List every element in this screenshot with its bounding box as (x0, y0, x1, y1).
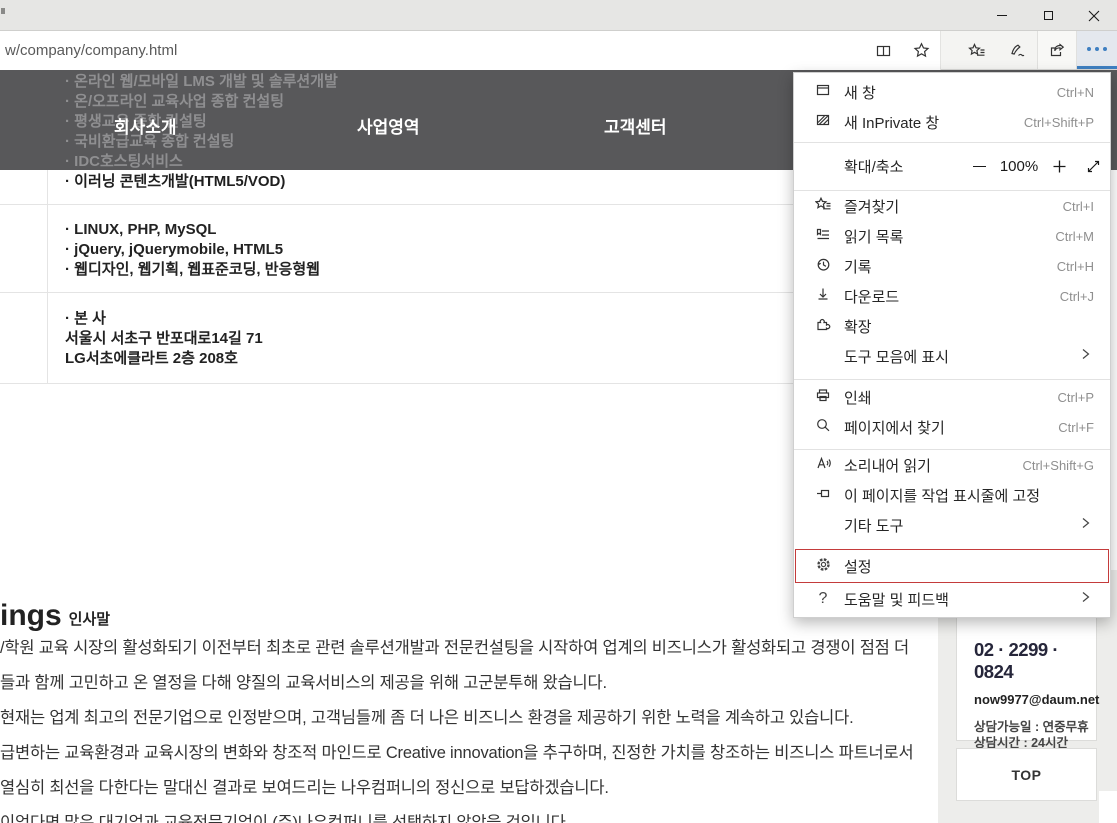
zoom-value: 100% (996, 158, 1042, 175)
service-item: · 온라인 웹/모바일 LMS 개발 및 솔루션개발 (65, 72, 765, 92)
menu-item-new-inprivate[interactable]: 새 InPrivate 창 Ctrl+Shift+P (794, 107, 1110, 137)
consult-day: 상담가능일 : 연중무휴 (974, 719, 1096, 735)
chevron-right-icon (1078, 590, 1092, 608)
history-icon (815, 256, 832, 277)
address-bar[interactable]: w/company/company.html (0, 31, 941, 70)
tech-line: · jQuery, jQuerymobile, HTML5 (65, 240, 785, 260)
address-line: LG서초에클라트 2층 208호 (65, 349, 785, 369)
greeting-line: 열심히 최선을 다한다는 말대신 결과로 보여드리는 나우컴퍼니의 정신으로 보… (0, 771, 932, 806)
menu-item-help-feedback[interactable]: ? 도움말 및 피드백 (794, 584, 1110, 614)
maximize-icon (1044, 11, 1053, 20)
plus-icon (1052, 159, 1067, 174)
tab-remnant (1, 8, 5, 14)
site-nav-business[interactable]: 사업영역 (357, 113, 420, 135)
service-item: · IDC호스팅서비스 (65, 152, 765, 172)
page-corner (1099, 791, 1117, 823)
close-button[interactable] (1071, 0, 1117, 31)
menu-item-pin-to-taskbar[interactable]: 이 페이지를 작업 표시줄에 고정 (794, 480, 1110, 510)
greeting-line: 현재는 업계 최고의 전문기업으로 인정받으며, 고객님들께 좀 더 나은 비즈… (0, 701, 932, 736)
menu-item-downloads[interactable]: 다운로드 Ctrl+J (794, 281, 1110, 311)
greeting-line: /학원 교육 시장의 활성화되기 이전부터 최초로 관련 솔루션개발과 전문컨설… (0, 631, 932, 666)
tech-line: · LINUX, PHP, MySQL (65, 220, 785, 240)
window-titlebar (0, 0, 1117, 31)
share-button[interactable] (1037, 31, 1077, 69)
url-text[interactable]: w/company/company.html (0, 42, 864, 59)
menu-item-print[interactable]: 인쇄 Ctrl+P (794, 382, 1110, 412)
greeting-line: 급변하는 교육환경과 교육시장의 변화와 창조적 마인드로 Creative i… (0, 736, 932, 771)
menu-item-history[interactable]: 기록 Ctrl+H (794, 251, 1110, 281)
tech-stack-cell: · LINUX, PHP, MySQL· jQuery, jQuerymobil… (65, 220, 785, 280)
favorites-icon (815, 196, 832, 216)
reading-view-button[interactable] (864, 31, 902, 70)
fullscreen-button[interactable] (1076, 159, 1110, 174)
read-aloud-icon (815, 455, 832, 475)
scroll-top-button[interactable]: TOP (956, 748, 1097, 801)
print-icon (815, 387, 831, 407)
minimize-icon (997, 15, 1007, 16)
greeting-line: 이었다면 많은 대기업과 교육전문기업이 (주)나우컴퍼니를 선택하지 않았을 … (0, 806, 932, 823)
menu-separator (794, 379, 1110, 380)
minus-icon (973, 166, 986, 168)
reading-list-icon (815, 226, 831, 246)
menu-item-read-aloud[interactable]: 소리내어 읽기 Ctrl+Shift+G (794, 450, 1110, 480)
pin-icon (815, 485, 831, 505)
tech-line: · 웹디자인, 웹기획, 웹표준코딩, 반응형웹 (65, 260, 785, 280)
contact-email[interactable]: now9977@daum.net (974, 692, 1096, 707)
fullscreen-icon (1086, 159, 1101, 174)
contact-card: 02 · 2299 · 0824 now9977@daum.net 상담가능일 … (956, 608, 1097, 741)
browser-toolbar: w/company/company.html (0, 31, 1117, 70)
close-icon (1088, 10, 1100, 22)
settings-icon (815, 556, 832, 577)
find-icon (815, 417, 831, 437)
help-icon: ? (819, 590, 828, 608)
menu-item-more-tools[interactable]: 기타 도구 (794, 510, 1110, 540)
address-line: 서울시 서초구 반포대로14길 71 (65, 329, 785, 349)
zoom-label: 확대/축소 (844, 156, 962, 177)
zoom-in-button[interactable] (1042, 159, 1076, 174)
chevron-right-icon (1078, 347, 1092, 365)
maximize-button[interactable] (1025, 0, 1071, 31)
site-nav-customer[interactable]: 고객센터 (604, 113, 667, 135)
address-cell: · 본 사서울시 서초구 반포대로14길 71LG서초에클라트 2층 208호 (65, 309, 785, 369)
greeting-heading: ings 인사말 (0, 595, 110, 631)
table-border (0, 383, 930, 384)
zoom-out-button[interactable] (962, 166, 996, 168)
extensions-icon (815, 316, 831, 336)
table-border (47, 170, 48, 383)
favorites-hub-button[interactable] (957, 31, 997, 69)
site-nav-company[interactable]: 회사소개 (114, 113, 177, 135)
menu-item-reading-list[interactable]: 읽기 목록 Ctrl+M (794, 221, 1110, 251)
contact-phone: 02 · 2299 · 0824 (974, 639, 1096, 683)
consult-info: 상담가능일 : 연중무휴 상담시간 : 24시간 (974, 719, 1096, 751)
new-window-icon (815, 82, 831, 102)
more-actions-menu: 새 창 Ctrl+N 새 InPrivate 창 Ctrl+Shift+P 확대… (793, 72, 1111, 618)
service-item: · 이러닝 콘텐츠개발(HTML5/VOD) (65, 172, 765, 192)
minimize-button[interactable] (979, 0, 1025, 31)
greeting-paragraphs: /학원 교육 시장의 활성화되기 이전부터 최초로 관련 솔루션개발과 전문컨설… (0, 631, 932, 823)
table-border (0, 204, 930, 205)
more-actions-button[interactable] (1077, 31, 1117, 69)
menu-item-find-on-page[interactable]: 페이지에서 찾기 Ctrl+F (794, 412, 1110, 442)
menu-item-extensions[interactable]: 확장 (794, 311, 1110, 341)
web-notes-button[interactable] (997, 31, 1037, 69)
menu-item-new-window[interactable]: 새 창 Ctrl+N (794, 77, 1110, 107)
greeting-title-en: ings (0, 601, 62, 631)
greeting-title-ko: 인사말 (69, 609, 110, 631)
scroll-top-label: TOP (1011, 767, 1041, 783)
menu-item-zoom: 확대/축소 100% (794, 143, 1110, 190)
inprivate-icon (815, 112, 831, 132)
more-dots-icon (1087, 47, 1107, 51)
address-line: · 본 사 (65, 309, 785, 329)
menu-item-show-in-toolbar[interactable]: 도구 모음에 표시 (794, 341, 1110, 371)
download-icon (815, 286, 831, 306)
table-border (0, 292, 930, 293)
greeting-line: 들과 함께 고민하고 온 열정을 다해 양질의 교육서비스의 제공을 위해 고군… (0, 666, 932, 701)
menu-item-favorites[interactable]: 즐겨찾기 Ctrl+I (794, 191, 1110, 221)
add-favorite-button[interactable] (902, 31, 940, 70)
menu-item-settings[interactable]: 설정 (794, 548, 1110, 584)
chevron-right-icon (1078, 516, 1092, 534)
service-item: · 온/오프라인 교육사업 종합 컨설팅 (65, 92, 765, 112)
